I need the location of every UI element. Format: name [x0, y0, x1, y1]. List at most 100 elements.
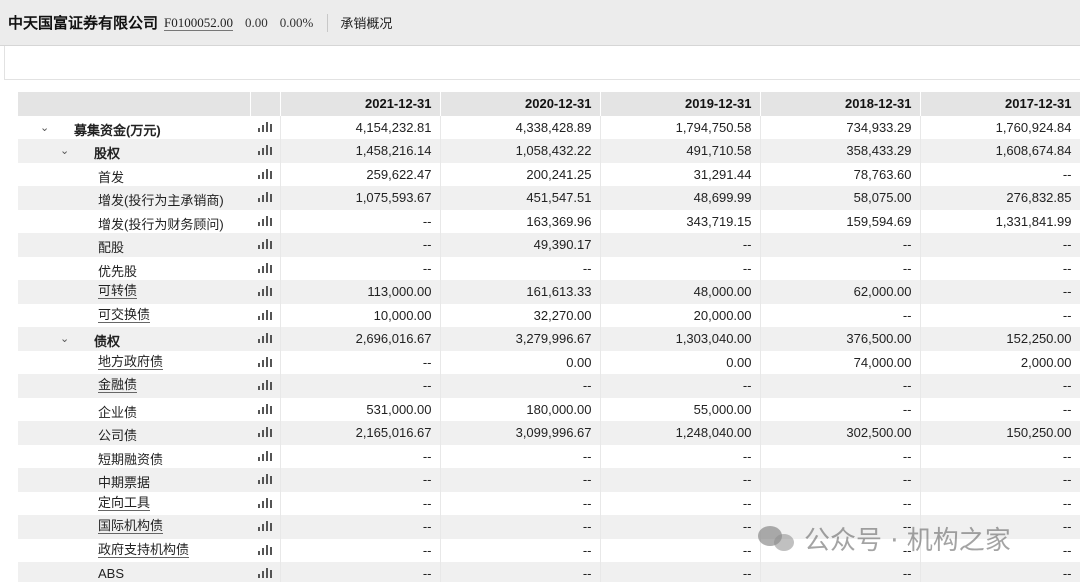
bar-chart-icon[interactable]: [257, 544, 272, 555]
row-label: 募集资金(万元): [74, 122, 161, 138]
table-row[interactable]: 政府支持机构债 -- -- -- -- --: [18, 538, 1080, 562]
tab-underwriting-overview[interactable]: 承销概况: [340, 13, 392, 32]
bar-chart-icon[interactable]: [257, 497, 272, 508]
table-row[interactable]: 优先股 -- -- -- -- --: [18, 256, 1080, 280]
row-label-cell: 金融债: [18, 374, 250, 398]
bar-chart-icon[interactable]: [257, 473, 272, 485]
value-cell: --: [600, 444, 761, 468]
bar-chart-icon[interactable]: [257, 238, 272, 250]
bar-chart-icon[interactable]: [257, 121, 272, 132]
column-header[interactable]: 2018-12-31: [760, 92, 921, 116]
row-chart-cell: [250, 162, 281, 186]
value-cell: 1,075,593.67: [280, 186, 441, 210]
value-cell: --: [440, 444, 601, 468]
row-label[interactable]: 可交换债: [98, 307, 151, 323]
bar-chart-icon[interactable]: [257, 191, 272, 203]
row-chart-cell: [250, 562, 281, 582]
row-label-cell: ⌄ 债权: [18, 327, 250, 351]
bar-chart-icon[interactable]: [257, 168, 272, 179]
value-cell: 1,303,040.00: [600, 327, 761, 351]
column-header[interactable]: 2019-12-31: [600, 92, 761, 116]
value-cell: --: [600, 491, 761, 515]
table-row[interactable]: 企业债 531,000.00 180,000.00 55,000.00 -- --: [18, 397, 1080, 421]
row-label[interactable]: 可转债: [98, 284, 138, 299]
table-row[interactable]: 短期融资债 -- -- -- -- --: [18, 444, 1080, 468]
table-row[interactable]: ⌄ 债权 2,696,016.67 3,279,996.67 1,303,040.00 3…: [18, 327, 1080, 351]
column-header[interactable]: 2020-12-31: [440, 92, 601, 116]
bar-chart-icon[interactable]: [257, 215, 272, 226]
table-row[interactable]: ⌄ 股权 1,458,216.14 1,058,432.22 491,710.58 358…: [18, 139, 1080, 163]
table-row[interactable]: 增发(投行为主承销商) 1,075,593.67 451,547.51 48,699.…: [18, 186, 1080, 210]
value-cell: 31,291.44: [600, 162, 761, 186]
bar-chart-icon[interactable]: [257, 332, 272, 344]
row-label[interactable]: 国际机构债: [98, 519, 164, 534]
value-cell: 48,000.00: [600, 280, 761, 304]
chevron-down-icon[interactable]: ⌄: [60, 332, 69, 345]
table-row[interactable]: ABS -- -- -- -- --: [18, 562, 1080, 582]
row-label: 企业债: [98, 404, 138, 420]
value-cell: 1,794,750.58: [600, 115, 761, 139]
table-row[interactable]: ⌄ 募集资金(万元) 4,154,232.81 4,338,428.89 1,794,7…: [18, 115, 1080, 139]
value-cell: 161,613.33: [440, 280, 601, 304]
value-cell: --: [920, 562, 1080, 582]
table-row[interactable]: 中期票据 -- -- -- -- --: [18, 468, 1080, 492]
row-chart-cell: [250, 115, 281, 139]
bar-chart-icon[interactable]: [257, 403, 272, 414]
bar-chart-icon[interactable]: [257, 262, 272, 273]
value-cell: --: [920, 256, 1080, 280]
price-value: 0.00: [245, 14, 268, 30]
value-cell: 48,699.99: [600, 186, 761, 210]
value-cell: 1,608,674.84: [920, 139, 1080, 163]
row-label-cell: 可交换债: [18, 303, 250, 327]
value-cell: 343,719.15: [600, 209, 761, 233]
chevron-down-icon[interactable]: ⌄: [40, 121, 49, 134]
row-label-cell: 短期融资债: [18, 444, 250, 468]
value-cell: 58,075.00: [760, 186, 921, 210]
company-name: 中天国富证券有限公司: [8, 14, 159, 32]
value-cell: --: [600, 374, 761, 398]
column-header[interactable]: 2021-12-31: [280, 92, 441, 116]
security-code-link[interactable]: F0100052.00: [164, 15, 233, 31]
row-label: 公司债: [98, 428, 138, 443]
row-label[interactable]: 政府支持机构债: [98, 542, 190, 558]
value-cell: 2,165,016.67: [280, 421, 441, 445]
table-row[interactable]: 国际机构债 -- -- -- -- --: [18, 515, 1080, 539]
table-row[interactable]: 地方政府债 -- 0.00 0.00 74,000.00 2,000.00: [18, 350, 1080, 374]
bar-chart-icon[interactable]: [257, 450, 272, 461]
row-label-cell: 地方政府债: [18, 350, 250, 374]
bar-chart-icon[interactable]: [257, 379, 272, 391]
bar-chart-icon[interactable]: [257, 426, 272, 438]
bar-chart-icon[interactable]: [257, 309, 272, 320]
row-label[interactable]: 定向工具: [98, 495, 151, 511]
table-row[interactable]: 增发(投行为财务顾问) -- 163,369.96 343,719.15 159,594…: [18, 209, 1080, 233]
value-cell: --: [600, 515, 761, 539]
bar-chart-icon[interactable]: [257, 285, 272, 297]
table-row[interactable]: 可交换债 10,000.00 32,270.00 20,000.00 -- --: [18, 303, 1080, 327]
table-row[interactable]: 金融债 -- -- -- -- --: [18, 374, 1080, 398]
table-row[interactable]: 配股 -- 49,390.17 -- -- --: [18, 233, 1080, 257]
value-cell: 55,000.00: [600, 397, 761, 421]
row-chart-cell: [250, 397, 281, 421]
table-row[interactable]: 可转债 113,000.00 161,613.33 48,000.00 62,000.0…: [18, 280, 1080, 304]
row-label[interactable]: 地方政府债: [98, 354, 164, 370]
row-label: 短期融资债: [98, 451, 164, 467]
table-row[interactable]: 首发 259,622.47 200,241.25 31,291.44 78,763.60…: [18, 162, 1080, 186]
chevron-down-icon[interactable]: ⌄: [60, 144, 69, 157]
row-label-cell: 企业债: [18, 397, 250, 421]
column-header[interactable]: 2017-12-31: [920, 92, 1080, 116]
table-row[interactable]: 公司债 2,165,016.67 3,099,996.67 1,248,040.00 3…: [18, 421, 1080, 445]
row-label[interactable]: 金融债: [98, 378, 138, 393]
value-cell: 1,331,841.99: [920, 209, 1080, 233]
bar-chart-icon[interactable]: [257, 144, 272, 156]
table-row[interactable]: 定向工具 -- -- -- -- --: [18, 491, 1080, 515]
bar-chart-icon[interactable]: [257, 567, 272, 579]
bar-chart-icon[interactable]: [257, 356, 272, 367]
value-cell: --: [600, 233, 761, 257]
value-cell: 180,000.00: [440, 397, 601, 421]
bar-chart-icon[interactable]: [257, 520, 272, 532]
row-chart-cell: [250, 209, 281, 233]
value-cell: --: [920, 280, 1080, 304]
underwriting-table: 2021-12-31 2020-12-31 2019-12-31 2018-12…: [18, 92, 1080, 582]
value-cell: 159,594.69: [760, 209, 921, 233]
value-cell: --: [280, 350, 441, 374]
